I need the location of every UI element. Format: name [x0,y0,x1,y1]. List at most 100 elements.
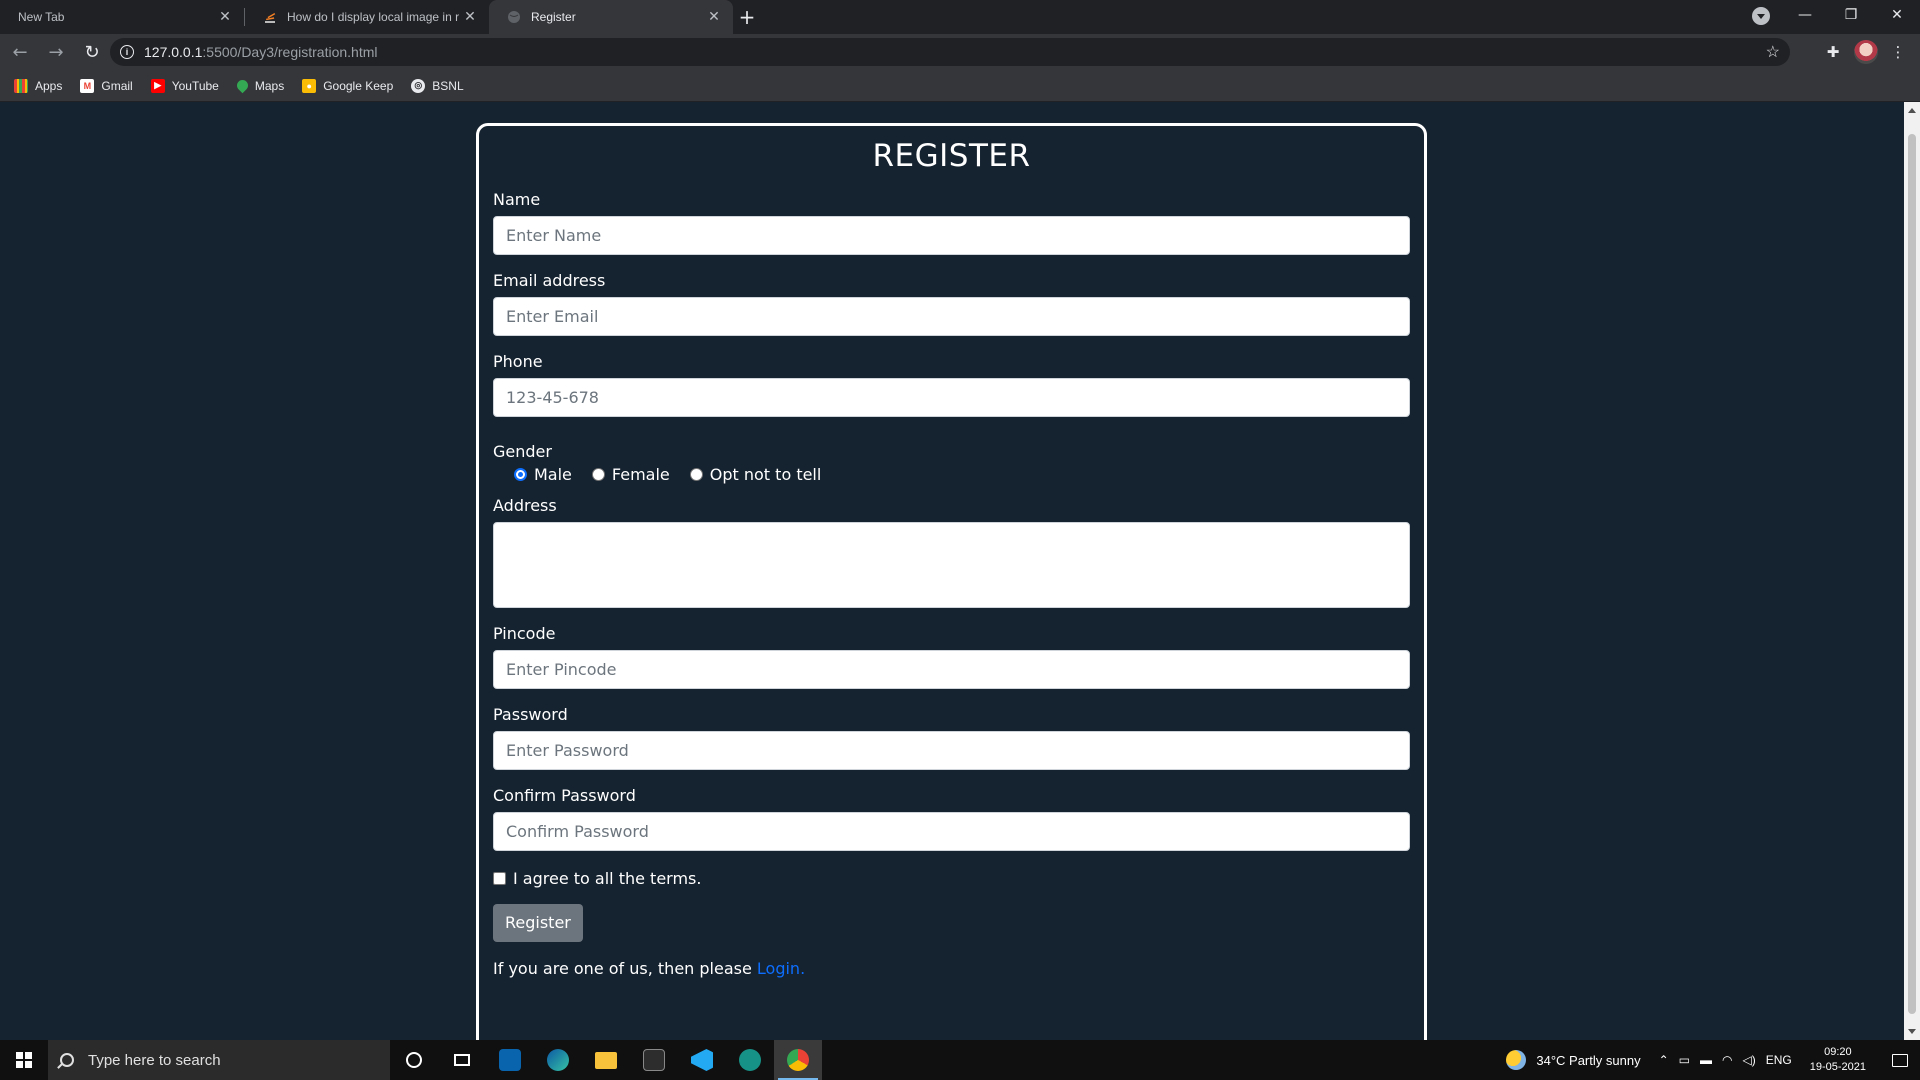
weather-widget[interactable]: 34°C Partly sunny [1506,1050,1641,1070]
task-view-icon[interactable] [438,1040,486,1080]
chevron-up-icon[interactable]: ⌃ [1659,1053,1669,1067]
gender-group: Gender Male Female Opt not to tell [493,442,1410,484]
close-icon[interactable]: ✕ [705,9,723,25]
password-label: Password [493,705,568,724]
scroll-up-icon[interactable] [1908,108,1916,113]
menu-icon[interactable]: ⋮ [1884,38,1912,66]
tab-title: How do I display local image in r [287,10,460,24]
youtube-icon: ▶ [150,78,165,93]
mail-icon[interactable] [486,1040,534,1080]
tab-new-tab[interactable]: New Tab ✕ [0,0,244,34]
address-bar[interactable]: i 127.0.0.1:5500/Day3/registration.html … [110,38,1790,66]
radio-label: Opt not to tell [709,465,822,484]
gender-opt-out-radio[interactable]: Opt not to tell [689,465,822,484]
gender-female-radio[interactable]: Female [591,465,670,484]
restore-icon[interactable]: ❐ [1828,7,1874,23]
language-indicator[interactable]: ENG [1766,1053,1792,1067]
browser-toolbar: ← → ↻ i 127.0.0.1:5500/Day3/registration… [0,34,1920,70]
forward-icon[interactable]: → [40,36,72,68]
radio-icon[interactable] [689,468,703,481]
notification-icon [1892,1053,1908,1067]
bookmark-maps[interactable]: Maps [234,77,284,94]
phone-input[interactable]: 123-45-678 [493,378,1410,417]
clock-time: 09:20 [1824,1046,1852,1058]
radio-checked-icon[interactable] [514,468,527,481]
vscode-icon[interactable] [678,1040,726,1080]
back-icon[interactable]: ← [4,36,36,68]
minimize-icon[interactable]: — [1782,7,1828,23]
radio-label: Male [534,465,572,484]
address-textarea[interactable] [493,522,1410,608]
edge-icon[interactable] [534,1040,582,1080]
site-info-icon[interactable]: i [120,45,134,59]
password-input[interactable]: Enter Password [493,731,1410,770]
close-window-icon[interactable]: ✕ [1874,7,1920,23]
bookmark-bsnl[interactable]: ◎ BSNL [411,78,464,93]
notification-center[interactable] [1880,1040,1920,1080]
start-button[interactable] [0,1040,48,1080]
search-placeholder: Type here to search [88,1051,221,1069]
page-scrollbar[interactable] [1904,102,1920,1040]
windows-logo-icon [16,1052,32,1068]
stackoverflow-icon [265,13,276,23]
extensions-icon[interactable]: ✚ [1819,38,1847,66]
tab-register[interactable]: Register ✕ [489,0,733,34]
avatar[interactable] [1854,40,1878,64]
close-icon[interactable]: ✕ [461,9,479,25]
url-path: :5500/Day3/registration.html [202,44,378,60]
radio-icon[interactable] [591,468,605,481]
pincode-input[interactable]: Enter Pincode [493,650,1410,689]
checkbox-icon[interactable] [493,872,506,885]
confirm-password-label: Confirm Password [493,786,636,805]
bookmark-star-icon[interactable]: ☆ [1766,42,1780,62]
radio-label: Female [611,465,670,484]
login-link[interactable]: Login. [757,959,805,978]
taskbar-clock[interactable]: 09:20 19-05-2021 [1810,1045,1866,1075]
wifi-icon[interactable]: ◠ [1722,1053,1732,1067]
gender-options: Male Female Opt not to tell [493,465,1410,484]
name-group: Name Enter Name [493,190,1410,255]
name-label: Name [493,190,541,209]
gender-male-radio[interactable]: Male [514,465,572,484]
register-card: REGISTER Name Enter Name Email address E… [476,123,1427,1040]
keep-icon: ● [302,78,317,93]
pincode-group: Pincode Enter Pincode [493,624,1410,689]
bookmark-apps[interactable]: Apps [14,78,63,93]
bookmark-gmail[interactable]: M Gmail [80,78,133,93]
scroll-down-icon[interactable] [1908,1029,1916,1034]
tab-stackoverflow[interactable]: How do I display local image in r ✕ [245,0,489,34]
bookmark-youtube[interactable]: ▶ YouTube [150,78,219,93]
chrome-icon[interactable] [774,1040,822,1080]
scrollbar-thumb[interactable] [1908,134,1916,1014]
new-tab-button[interactable]: + [733,0,761,34]
cortana-icon[interactable] [390,1040,438,1080]
tab-search-icon[interactable] [1752,7,1770,25]
gitkraken-icon[interactable] [726,1040,774,1080]
bookmark-label: Google Keep [323,78,394,93]
name-input[interactable]: Enter Name [493,216,1410,255]
page-title: REGISTER [872,138,1031,174]
password-group: Password Enter Password [493,705,1410,770]
volume-icon[interactable]: ◁) [1742,1053,1755,1067]
close-icon[interactable]: ✕ [216,9,234,25]
confirm-password-group: Confirm Password Confirm Password [493,786,1410,851]
phone-group: Phone 123-45-678 [493,352,1410,417]
partly-sunny-icon [1506,1050,1527,1070]
search-icon [60,1053,74,1067]
email-input[interactable]: Enter Email [493,297,1410,336]
bookmark-label: Apps [35,78,63,93]
login-prompt: If you are one of us, then please Login. [493,959,1410,978]
tab-strip: New Tab ✕ How do I display local image i… [0,0,1920,34]
terms-checkbox[interactable]: I agree to all the terms. [493,869,1410,888]
terminal-icon[interactable] [630,1040,678,1080]
meet-now-icon[interactable]: ▭ [1679,1053,1690,1067]
bookmark-google-keep[interactable]: ● Google Keep [302,78,394,93]
battery-icon[interactable]: ▬ [1700,1053,1712,1067]
clock-date: 19-05-2021 [1809,1061,1866,1073]
file-explorer-icon[interactable] [582,1040,630,1080]
confirm-password-input[interactable]: Confirm Password [493,812,1410,851]
taskbar-search[interactable]: Type here to search [48,1040,390,1080]
reload-icon[interactable]: ↻ [76,36,108,68]
register-button[interactable]: Register [493,904,583,942]
bookmark-label: BSNL [432,78,464,93]
